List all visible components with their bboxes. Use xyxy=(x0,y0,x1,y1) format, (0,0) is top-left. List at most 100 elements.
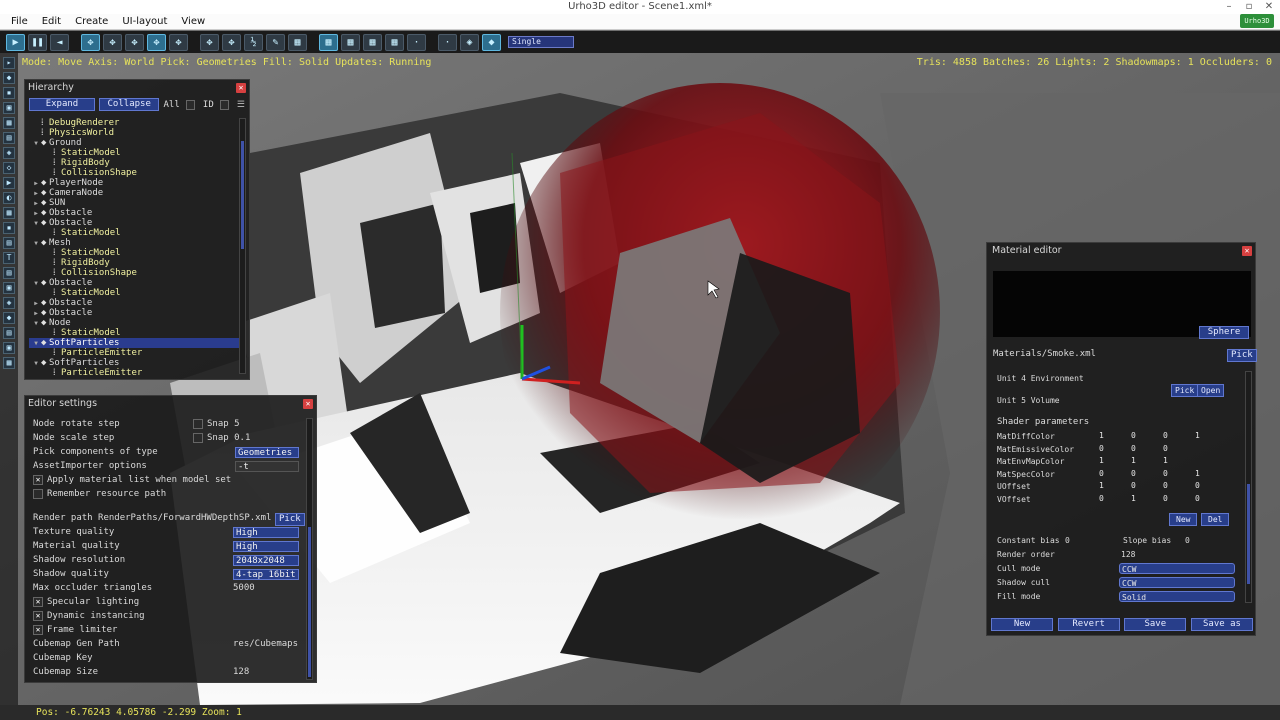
component-icon[interactable]: ▣ xyxy=(3,102,15,114)
shader-param-value[interactable]: 0 xyxy=(1131,469,1136,478)
tree-node[interactable]: ▶ ◆ SUN xyxy=(29,198,239,208)
hierarchy-scrollbar[interactable] xyxy=(239,118,246,374)
slope-bias-input[interactable]: 0 xyxy=(1185,535,1190,546)
snap-rotate-icon[interactable]: ✥ xyxy=(222,33,241,51)
id-toggle[interactable]: ID xyxy=(203,100,214,110)
tree-node[interactable]: ▶ ◆ PlayerNode xyxy=(29,178,239,188)
material-close-icon[interactable]: ✕ xyxy=(1242,246,1252,256)
tree-node[interactable]: ▶ ◆ Obstacle xyxy=(29,208,239,218)
snap-edit-icon[interactable]: ▦ xyxy=(288,33,307,51)
material-new-button[interactable]: New xyxy=(991,618,1053,631)
material-quality-select[interactable]: High xyxy=(233,541,299,552)
tree-component[interactable]: ⁞ RigidBody xyxy=(29,158,239,168)
settings-scroll-thumb[interactable] xyxy=(308,527,311,677)
material-scroll-thumb[interactable] xyxy=(1247,484,1250,584)
component-icon[interactable]: ◇ xyxy=(3,162,15,174)
pick-geometries-icon[interactable]: ▦ xyxy=(319,33,338,51)
settings-scrollbar[interactable] xyxy=(306,418,313,680)
menu-edit[interactable]: Edit xyxy=(35,16,68,27)
component-icon[interactable]: ▤ xyxy=(3,327,15,339)
component-icon[interactable]: ▤ xyxy=(3,132,15,144)
shader-param-value[interactable]: 0 xyxy=(1163,431,1168,440)
menu-file[interactable]: File xyxy=(4,16,35,27)
tree-node[interactable]: ▶ ◆ Obstacle xyxy=(29,308,239,318)
fill-points-icon[interactable]: · xyxy=(438,33,457,51)
tree-node[interactable]: ▼ ◆ Ground xyxy=(29,138,239,148)
shader-param-value[interactable]: 0 xyxy=(1099,444,1104,453)
shader-param-value[interactable]: 0 xyxy=(1099,494,1104,503)
close-window-button[interactable]: ✕ xyxy=(1264,0,1274,14)
component-icon[interactable]: ▶ xyxy=(3,177,15,189)
cubemap-size-input[interactable]: 128 xyxy=(233,666,249,678)
select-mode-icon[interactable]: ✥ xyxy=(147,33,166,51)
shader-param-value[interactable]: 0 xyxy=(1131,444,1136,453)
snap-half-icon[interactable]: ✎ xyxy=(266,33,285,51)
remember-path-checkbox[interactable] xyxy=(33,488,43,499)
component-icon[interactable]: ▤ xyxy=(3,237,15,249)
asset-importer-input[interactable]: -t xyxy=(235,461,299,472)
tree-component[interactable]: ⁞ RigidBody xyxy=(29,258,239,268)
hierarchy-options-icon[interactable]: ☰ xyxy=(237,100,245,110)
instancing-checkbox[interactable]: ✕ xyxy=(33,610,43,621)
material-pick-button[interactable]: Pick xyxy=(1227,349,1257,362)
cubemap-gen-path-input[interactable]: res/Cubemaps xyxy=(233,638,298,650)
fill-mode-select[interactable]: Solid xyxy=(1119,591,1235,602)
menu-ui-layout[interactable]: UI-layout xyxy=(115,16,174,27)
component-icon[interactable]: ▪ xyxy=(3,87,15,99)
hierarchy-close-icon[interactable]: ✕ xyxy=(236,83,246,93)
component-icon[interactable]: ◆ xyxy=(3,72,15,84)
tree-node[interactable]: ▶ ◆ CameraNode xyxy=(29,188,239,198)
pick-type-select[interactable]: Geometries xyxy=(235,447,299,458)
shader-param-value[interactable]: 0 xyxy=(1131,431,1136,440)
expand-toggle-icon[interactable]: ▼ xyxy=(31,359,41,369)
component-icon[interactable]: ▦ xyxy=(3,357,15,369)
tree-component[interactable]: ⁞ CollisionShape xyxy=(29,168,239,178)
shadow-cull-select[interactable]: CCW xyxy=(1119,577,1235,588)
unit4-pick-button[interactable]: Pick xyxy=(1171,384,1199,397)
expand-toggle-icon[interactable]: ▼ xyxy=(31,319,41,329)
tree-node[interactable]: ▼ ◆ Mesh xyxy=(29,238,239,248)
shader-param-del-button[interactable]: Del xyxy=(1201,513,1230,526)
material-save-as-button[interactable]: Save as xyxy=(1190,618,1253,631)
minimize-button[interactable]: – xyxy=(1224,0,1234,14)
shadow-quality-select[interactable]: 4-tap 16bit xyxy=(233,569,299,580)
render-path-pick-button[interactable]: Pick xyxy=(275,513,305,526)
expand-toggle-icon[interactable]: ▼ xyxy=(31,139,41,149)
cull-mode-select[interactable]: CCW xyxy=(1119,563,1235,574)
shader-param-value[interactable]: 0 xyxy=(1163,481,1168,490)
component-icon[interactable]: ◈ xyxy=(3,297,15,309)
tree-component[interactable]: ⁞ StaticModel xyxy=(29,228,239,238)
tree-component[interactable]: ⁞ ParticleEmitter xyxy=(29,348,239,358)
expand-toggle-icon[interactable]: ▼ xyxy=(31,339,41,349)
tree-node[interactable]: ▶ ◆ Obstacle xyxy=(29,298,239,308)
pause-icon[interactable]: ❚❚ xyxy=(28,33,47,51)
shader-param-value[interactable]: 1 xyxy=(1099,456,1104,465)
component-icon[interactable]: ▸ xyxy=(3,57,15,69)
specular-checkbox[interactable]: ✕ xyxy=(33,596,43,607)
world-axis-icon[interactable]: ✥ xyxy=(169,33,188,51)
tree-node[interactable]: ▼ ◆ Obstacle xyxy=(29,218,239,228)
id-checkbox[interactable] xyxy=(219,99,229,110)
tree-component[interactable]: ⁞ CollisionShape xyxy=(29,268,239,278)
material-scrollbar[interactable] xyxy=(1245,371,1252,603)
render-path-value[interactable]: RenderPaths/ForwardHWDepthSP.xml xyxy=(98,513,271,523)
component-icon[interactable]: T xyxy=(3,252,15,264)
snap-move-icon[interactable]: ✥ xyxy=(200,33,219,51)
snap-scale-value[interactable]: 0.1 xyxy=(234,433,250,443)
shader-param-value[interactable]: 1 xyxy=(1131,494,1136,503)
apply-material-checkbox[interactable]: ✕ xyxy=(33,474,43,485)
component-icon[interactable]: ◐ xyxy=(3,192,15,204)
fill-solid-icon[interactable]: ◆ xyxy=(482,33,501,51)
maximize-button[interactable]: ▫ xyxy=(1244,0,1254,14)
tree-node[interactable]: ▼ ◆ Obstacle xyxy=(29,278,239,288)
expand-button[interactable]: Expand xyxy=(29,98,95,111)
component-icon[interactable]: ▤ xyxy=(3,267,15,279)
expand-toggle-icon[interactable]: ▼ xyxy=(31,279,41,289)
component-icon[interactable]: ▣ xyxy=(3,282,15,294)
tree-component[interactable]: ⁞ StaticModel xyxy=(29,248,239,258)
rotate-mode-icon[interactable]: ✥ xyxy=(103,33,122,51)
max-occluder-input[interactable]: 5000 xyxy=(233,582,255,594)
shader-param-value[interactable]: 0 xyxy=(1163,469,1168,478)
component-icon[interactable]: ▣ xyxy=(3,342,15,354)
preview-sphere-button[interactable]: Sphere xyxy=(1199,326,1249,339)
